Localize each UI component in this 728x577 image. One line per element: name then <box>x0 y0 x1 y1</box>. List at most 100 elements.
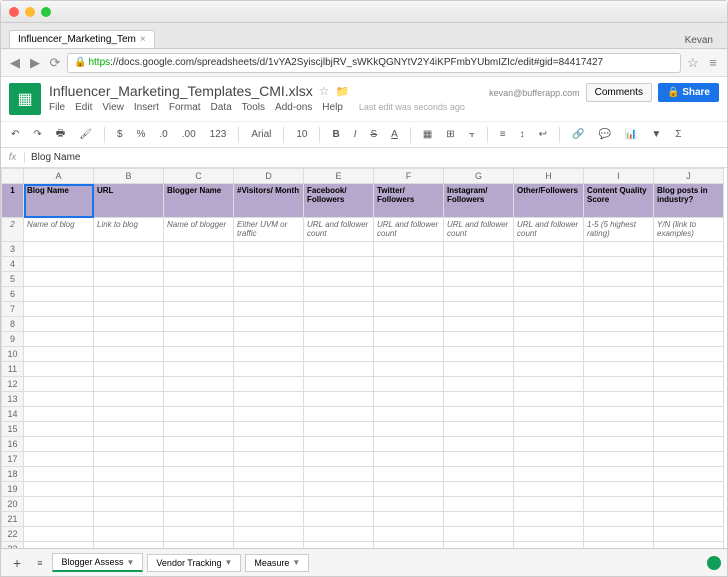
cell[interactable] <box>164 482 234 497</box>
cell[interactable] <box>304 422 374 437</box>
cell[interactable] <box>24 482 94 497</box>
row-number[interactable]: 22 <box>2 527 24 542</box>
header-cell[interactable]: Blog posts in industry? <box>654 184 724 218</box>
row-number[interactable]: 14 <box>2 407 24 422</box>
cell[interactable] <box>94 452 164 467</box>
minimize-icon[interactable] <box>25 7 35 17</box>
cell[interactable] <box>304 407 374 422</box>
cell[interactable] <box>164 332 234 347</box>
row-number[interactable]: 11 <box>2 362 24 377</box>
cell[interactable] <box>234 452 304 467</box>
cell[interactable] <box>514 242 584 257</box>
maximize-icon[interactable] <box>41 7 51 17</box>
cell[interactable] <box>304 362 374 377</box>
cell[interactable] <box>444 317 514 332</box>
cell[interactable] <box>94 257 164 272</box>
cell[interactable] <box>654 242 724 257</box>
text-color-icon[interactable]: A <box>387 127 402 142</box>
decrease-decimal-icon[interactable]: .0 <box>155 127 171 142</box>
cell[interactable] <box>24 332 94 347</box>
cell[interactable] <box>94 317 164 332</box>
cell[interactable] <box>584 317 654 332</box>
cell[interactable] <box>164 542 234 549</box>
cell[interactable] <box>374 452 444 467</box>
menu-edit[interactable]: Edit <box>75 102 92 113</box>
cell[interactable] <box>584 347 654 362</box>
reload-icon[interactable]: ⟳ <box>47 55 63 71</box>
percent-tool[interactable]: % <box>133 127 150 142</box>
cell[interactable] <box>374 332 444 347</box>
cell[interactable] <box>654 257 724 272</box>
cell[interactable] <box>94 347 164 362</box>
chevron-down-icon[interactable]: ▼ <box>224 558 232 567</box>
cell[interactable] <box>164 437 234 452</box>
cell[interactable] <box>514 497 584 512</box>
cell[interactable] <box>24 287 94 302</box>
col-header[interactable]: J <box>654 169 724 184</box>
cell[interactable] <box>374 392 444 407</box>
row-number[interactable]: 20 <box>2 497 24 512</box>
cell[interactable] <box>374 362 444 377</box>
cell[interactable] <box>164 497 234 512</box>
cell[interactable] <box>654 317 724 332</box>
cell[interactable] <box>584 542 654 549</box>
cell[interactable] <box>234 287 304 302</box>
desc-cell[interactable]: URL and follower count <box>444 218 514 242</box>
cell[interactable] <box>234 392 304 407</box>
cell[interactable] <box>164 257 234 272</box>
menu-format[interactable]: Format <box>169 102 201 113</box>
paint-format-icon[interactable]: 🖌 <box>75 127 96 142</box>
chevron-down-icon[interactable]: ▼ <box>127 558 135 567</box>
cell[interactable] <box>24 362 94 377</box>
header-cell[interactable]: Facebook/ Followers <box>304 184 374 218</box>
cell[interactable] <box>234 527 304 542</box>
cell[interactable] <box>304 542 374 549</box>
menu-icon[interactable]: ≡ <box>705 55 721 71</box>
col-header[interactable]: E <box>304 169 374 184</box>
cell[interactable] <box>234 347 304 362</box>
fx-value[interactable]: Blog Name <box>25 152 86 163</box>
menu-view[interactable]: View <box>102 102 124 113</box>
cell[interactable] <box>234 482 304 497</box>
cell[interactable] <box>444 497 514 512</box>
cell[interactable] <box>584 497 654 512</box>
cell[interactable] <box>94 362 164 377</box>
cell[interactable] <box>654 362 724 377</box>
cell[interactable] <box>164 512 234 527</box>
cell[interactable] <box>514 272 584 287</box>
row-number[interactable]: 21 <box>2 512 24 527</box>
cell[interactable] <box>514 362 584 377</box>
cell[interactable] <box>24 527 94 542</box>
cell[interactable] <box>164 452 234 467</box>
cell[interactable] <box>304 287 374 302</box>
tab-close-icon[interactable]: × <box>140 34 146 45</box>
col-header[interactable]: A <box>24 169 94 184</box>
header-cell[interactable]: Content Quality Score <box>584 184 654 218</box>
cell[interactable] <box>514 512 584 527</box>
cell[interactable] <box>304 497 374 512</box>
cell[interactable] <box>304 347 374 362</box>
cell[interactable] <box>584 467 654 482</box>
cell[interactable] <box>94 542 164 549</box>
cell[interactable] <box>514 392 584 407</box>
cell[interactable] <box>514 542 584 549</box>
cell[interactable] <box>164 362 234 377</box>
cell[interactable] <box>164 422 234 437</box>
cell[interactable] <box>304 302 374 317</box>
cell[interactable] <box>444 482 514 497</box>
header-cell[interactable]: Other/Followers <box>514 184 584 218</box>
cell[interactable] <box>584 512 654 527</box>
forward-icon[interactable]: ▶ <box>27 55 43 71</box>
cell[interactable] <box>584 422 654 437</box>
cell[interactable] <box>444 452 514 467</box>
cell[interactable] <box>654 332 724 347</box>
cell[interactable] <box>444 332 514 347</box>
cell[interactable] <box>514 452 584 467</box>
sheet-tab[interactable]: Vendor Tracking▼ <box>147 554 241 572</box>
desc-cell[interactable]: 1-5 (5 highest rating) <box>584 218 654 242</box>
cell[interactable] <box>24 452 94 467</box>
row-number[interactable]: 18 <box>2 467 24 482</box>
cell[interactable] <box>24 317 94 332</box>
cell[interactable] <box>514 467 584 482</box>
functions-icon[interactable]: Σ <box>671 127 685 142</box>
